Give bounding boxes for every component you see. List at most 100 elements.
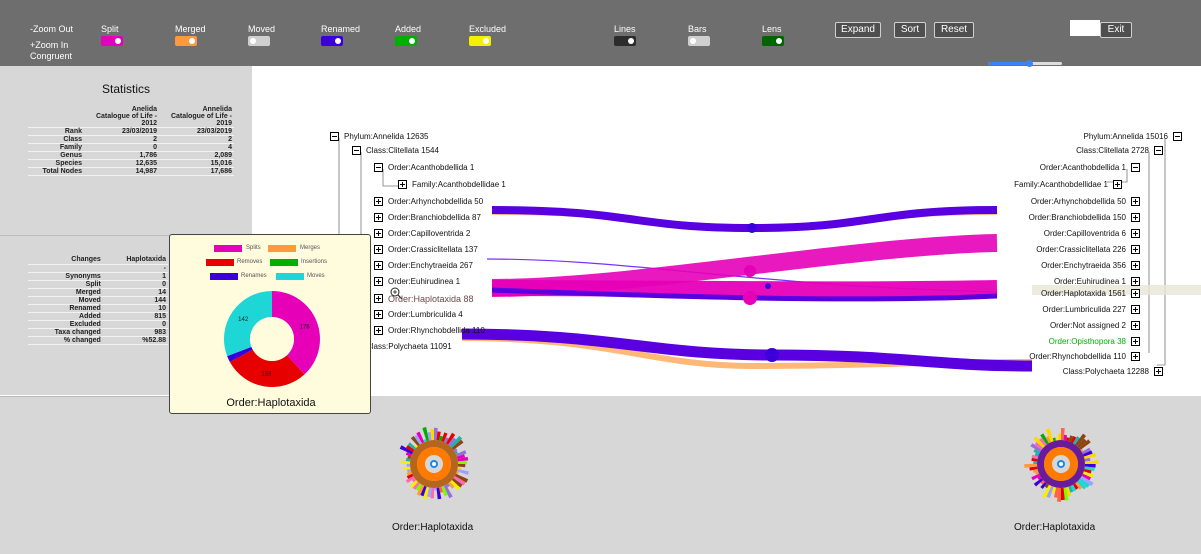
expand-node-icon[interactable] (1131, 229, 1140, 238)
sunburst-right-label: Order:Haplotaxida (1014, 522, 1096, 533)
sort-button[interactable]: Sort (894, 22, 926, 38)
expand-node-icon[interactable] (1131, 213, 1140, 222)
row-value: 0 (102, 280, 168, 289)
expand-node-icon[interactable] (1131, 321, 1140, 330)
added-toggle[interactable]: Added (395, 24, 455, 46)
row-label: Renamed (28, 304, 103, 313)
statistics-col2-header: Annelida Catalogue of Life - 2019 (159, 106, 234, 128)
right-tree-node[interactable]: Order:Haplotaxida 1561 (1041, 289, 1126, 298)
expand-node-icon[interactable] (1131, 289, 1140, 298)
lines-switch[interactable] (614, 36, 636, 46)
statistics-col2-year: 2019 (216, 120, 232, 127)
expand-node-icon[interactable] (1131, 337, 1140, 346)
right-tree-node[interactable]: Order:Lumbriculida 227 (1042, 305, 1126, 314)
bars-toggle[interactable]: Bars (688, 24, 748, 46)
row-label: Class (28, 135, 84, 144)
row-value: 815 (102, 312, 168, 321)
lens-switch[interactable] (762, 36, 784, 46)
moved-switch[interactable] (248, 36, 270, 46)
right-tree-node[interactable]: Order:Branchiobdellida 150 (1029, 213, 1126, 222)
expand-node-icon[interactable] (1154, 367, 1163, 376)
right-tree-node[interactable]: Order:Arhynchobdellida 50 (1031, 197, 1126, 206)
row-value: 1 (102, 272, 168, 281)
expand-node-icon[interactable] (1131, 197, 1140, 206)
exit-button[interactable]: Exit (1100, 22, 1132, 38)
zoom-out-button[interactable]: -Zoom Out (30, 24, 73, 35)
reset-button[interactable]: Reset (934, 22, 974, 38)
changes-dash-row: - (28, 264, 168, 273)
moved-toggle[interactable]: Moved (248, 24, 308, 46)
statistics-col2-source: Catalogue of Life - (170, 113, 232, 120)
expand-node-icon[interactable] (1131, 305, 1140, 314)
excluded-toggle[interactable]: Excluded (469, 24, 529, 46)
moved-toggle-label: Moved (248, 24, 276, 34)
changes-table: Changes Haplotaxida - Synonyms 1 Split 0 M… (28, 256, 168, 345)
row-label: Excluded (28, 320, 103, 329)
right-tree-node[interactable]: Order:Not assigned 2 (1050, 321, 1126, 330)
donut-group: 176 133 142 (224, 291, 320, 387)
right-tree-node[interactable]: Class:Clitellata 2728 (1076, 146, 1149, 155)
renamed-toggle[interactable]: Renamed (321, 24, 381, 46)
statistics-col1-name: Anelida (131, 106, 157, 113)
right-tree-node[interactable]: Order:Acanthobdellida 1 (1040, 163, 1126, 172)
table-row: Family 0 4 (28, 143, 234, 152)
collapse-node-icon[interactable] (1173, 132, 1182, 141)
lens-slider-fill (988, 62, 1029, 65)
statistics-col1-header: Anelida Catalogue of Life - 2012 (84, 106, 159, 128)
expand-node-icon[interactable] (1113, 180, 1122, 189)
split-switch-knob (115, 38, 121, 44)
right-tree-node[interactable]: Family:Acanthobdellidae 1 (1014, 180, 1108, 189)
sunburst-left[interactable] (399, 427, 469, 500)
excluded-switch[interactable] (469, 36, 491, 46)
lens-toggle-label: Lens (762, 24, 782, 34)
added-switch[interactable] (395, 36, 417, 46)
bars-switch[interactable] (688, 36, 710, 46)
sunburst-right[interactable] (1024, 428, 1099, 502)
right-tree-node[interactable]: Class:Polychaeta 12288 (1063, 367, 1149, 376)
expand-node-icon[interactable] (1131, 245, 1140, 254)
table-row: Species 12,635 15,016 (28, 159, 234, 168)
table-row: % changed %52.88 (28, 336, 168, 345)
right-tree-node[interactable]: Order:Crassiclitellata 226 (1036, 245, 1126, 254)
split-toggle[interactable]: Split (101, 24, 161, 46)
merged-toggle[interactable]: Merged (175, 24, 235, 46)
row-value: 2,089 (159, 151, 234, 160)
sunburst-center-dot (1059, 462, 1063, 466)
right-tree-node[interactable]: Order:Euhirudinea 1 (1054, 277, 1126, 286)
row-value: 17,686 (159, 167, 234, 176)
changes-header-row: Changes Haplotaxida (28, 256, 168, 265)
added-toggle-label: Added (395, 24, 422, 34)
expand-node-icon[interactable] (1131, 352, 1140, 361)
expand-node-icon[interactable] (1131, 261, 1140, 270)
right-tree-node[interactable]: Order:Enchytraeida 356 (1041, 261, 1126, 270)
expand-node-icon[interactable] (1131, 277, 1140, 286)
table-row: Synonyms 1 (28, 272, 168, 281)
table-row: Taxa changed 983 (28, 328, 168, 337)
collapse-node-icon[interactable] (1131, 163, 1140, 172)
lines-toggle[interactable]: Lines (614, 24, 674, 46)
lens-toggle[interactable]: Lens (762, 24, 822, 46)
statistics-col2-name: Annelida (202, 106, 232, 113)
right-tree-node[interactable]: Order:Capilloventrida 6 (1044, 229, 1126, 238)
right-tree-node[interactable]: Phylum:Annelida 15016 (1083, 132, 1168, 141)
excluded-toggle-label: Excluded (469, 24, 507, 34)
row-value: 23/03/2019 (159, 127, 234, 136)
search-box[interactable] (1070, 20, 1100, 36)
bars-toggle-label: Bars (688, 24, 707, 34)
merged-switch[interactable] (175, 36, 197, 46)
congruent-label[interactable]: Congruent (30, 51, 73, 62)
table-row: Moved 144 (28, 296, 168, 305)
tooltip-title: Order:Haplotaxida (226, 397, 316, 409)
row-label: Taxa changed (28, 328, 103, 337)
statistics-panel: Statistics Anelida Catalogue of Life - 2… (0, 66, 252, 235)
row-value: 0 (84, 143, 159, 152)
expand-button[interactable]: Expand (835, 22, 881, 38)
right-tree-node[interactable]: Order:Opisthopora 38 (1049, 337, 1126, 346)
split-switch[interactable] (101, 36, 123, 46)
zoom-in-button[interactable]: +Zoom In (30, 40, 73, 51)
collapse-node-icon[interactable] (1154, 146, 1163, 155)
right-tree-node[interactable]: Order:Rhynchobdellida 110 (1029, 352, 1126, 361)
row-label: Genus (28, 151, 84, 160)
row-value: %52.88 (102, 336, 168, 345)
renamed-switch[interactable] (321, 36, 343, 46)
